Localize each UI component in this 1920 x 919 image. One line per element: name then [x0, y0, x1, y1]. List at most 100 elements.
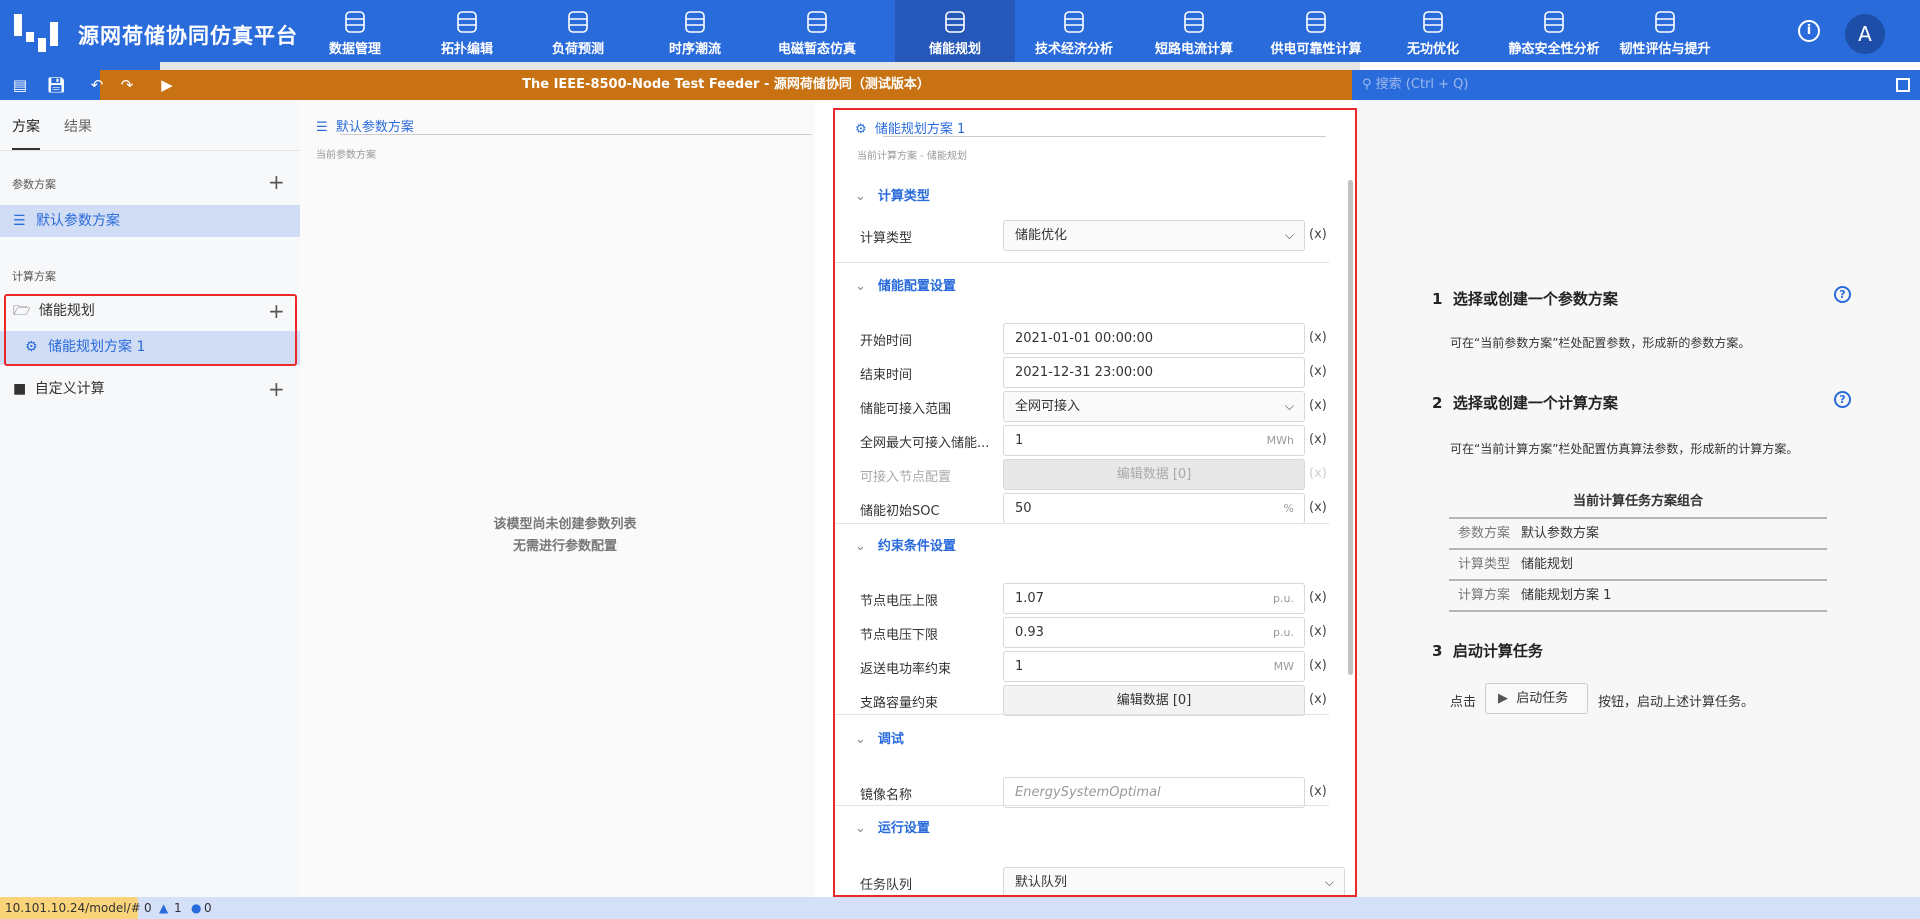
nav-item-8[interactable]: 供电可靠性计算: [1256, 0, 1376, 62]
tab-result[interactable]: 结果: [64, 116, 92, 136]
tab-divider: [0, 150, 300, 151]
field-label: 可接入节点配置: [860, 466, 951, 485]
edit-data-button[interactable]: 编辑数据 [0]: [1003, 685, 1305, 716]
help-icon[interactable]: ?: [1834, 286, 1851, 303]
section-s2[interactable]: ⌄储能配置设置: [855, 275, 956, 294]
row-value: 储能规划: [1521, 557, 1573, 572]
input-field[interactable]: 1MW: [1003, 651, 1305, 682]
variable-toggle[interactable]: (x): [1309, 692, 1327, 707]
select-field[interactable]: 储能优化⌵: [1003, 220, 1305, 251]
scrollbar[interactable]: [1348, 180, 1353, 675]
input-field[interactable]: 1MWh: [1003, 425, 1305, 456]
row-value: 默认参数方案: [1521, 526, 1599, 541]
warning-count[interactable]: 1: [174, 897, 182, 919]
help-icon[interactable]: ?: [1834, 391, 1851, 408]
search-input[interactable]: ⚲ 搜索 (Ctrl + Q): [1362, 73, 1522, 97]
table-row: 参数方案默认参数方案: [1449, 519, 1827, 550]
step-3-post: 按钮，启动上述计算任务。: [1598, 691, 1754, 710]
section-title: 调试: [878, 732, 904, 747]
field-value: 0.93: [1015, 625, 1044, 640]
nav-item-4[interactable]: 电磁暂态仿真: [757, 0, 877, 62]
variable-toggle[interactable]: (x): [1309, 500, 1327, 515]
nav-item-11[interactable]: 韧性评估与提升: [1605, 0, 1725, 62]
variable-toggle[interactable]: (x): [1309, 658, 1327, 673]
input-field[interactable]: EnergySystemOptimal: [1003, 777, 1305, 808]
app-logo: [14, 14, 66, 54]
variable-toggle[interactable]: (x): [1309, 624, 1327, 639]
nav-item-6[interactable]: 技术经济分析: [1014, 0, 1134, 62]
nav-item-0[interactable]: 数据管理: [295, 0, 415, 62]
step-1-title: 1 选择或创建一个参数方案: [1432, 288, 1618, 309]
combo-table: 参数方案默认参数方案 计算类型储能规划 计算方案储能规划方案 1: [1449, 517, 1827, 612]
chevron-down-icon: ⌵: [1285, 221, 1294, 250]
input-field[interactable]: 2021-12-31 23:00:00: [1003, 357, 1305, 388]
row-key: 计算类型: [1449, 550, 1521, 580]
field-value: EnergySystemOptimal: [1015, 785, 1161, 800]
error-count[interactable]: 0: [144, 897, 152, 919]
nav-item-1[interactable]: 拓扑编辑: [407, 0, 527, 62]
select-field[interactable]: 全网可接入⌵: [1003, 391, 1305, 422]
tab-scheme[interactable]: 方案: [12, 116, 40, 136]
edit-data-button[interactable]: 编辑数据 [0]: [1003, 459, 1305, 490]
warning-icon: ▲: [159, 897, 168, 919]
calc-scheme-panel: ⚙ 储能规划方案 1 当前计算方案 - 储能规划 ⌄计算类型计算类型储能优化⌵(…: [833, 108, 1357, 897]
section-s4[interactable]: ⌄调试: [855, 728, 904, 747]
model-icon[interactable]: ▤: [8, 70, 32, 100]
param-panel-subtitle: 当前参数方案: [316, 146, 376, 161]
add-custom-button[interactable]: +: [268, 379, 285, 399]
info-count[interactable]: 0: [204, 897, 212, 919]
search-icon: ⚲: [1362, 77, 1376, 92]
field-value: 1: [1015, 659, 1023, 674]
info-icon[interactable]: i: [1798, 20, 1820, 42]
nav-item-5[interactable]: 储能规划: [895, 0, 1015, 62]
variable-toggle[interactable]: (x): [1309, 784, 1327, 799]
variable-toggle[interactable]: (x): [1309, 590, 1327, 605]
nav-item-10[interactable]: 静态安全性分析: [1494, 0, 1614, 62]
select-field[interactable]: 默认队列⌵: [1003, 867, 1345, 897]
variable-toggle[interactable]: (x): [1309, 432, 1327, 447]
variable-toggle[interactable]: (x): [1309, 364, 1327, 379]
variable-toggle[interactable]: (x): [1309, 330, 1327, 345]
gears-icon: ⚙: [855, 122, 867, 137]
field-value: 50: [1015, 501, 1032, 516]
nav-label: 数据管理: [295, 38, 415, 57]
input-field[interactable]: 0.93 p.u.: [1003, 617, 1305, 648]
nav-item-3[interactable]: 时序潮流: [635, 0, 755, 62]
nav-label: 技术经济分析: [1014, 38, 1134, 57]
input-field[interactable]: 1.07p.u.: [1003, 583, 1305, 614]
shield-check-icon: [1540, 8, 1568, 36]
section-title: 约束条件设置: [878, 539, 956, 554]
calc-panel-subtitle: 当前计算方案 - 储能规划: [857, 147, 967, 162]
step-3-pre: 点击: [1450, 691, 1476, 710]
fullscreen-icon[interactable]: [1896, 78, 1910, 92]
add-param-button[interactable]: +: [268, 172, 285, 192]
nav-item-7[interactable]: 短路电流计算: [1134, 0, 1254, 62]
input-field[interactable]: 50%: [1003, 493, 1305, 524]
chevron-down-icon: ⌵: [1285, 392, 1294, 421]
title-underline: [340, 134, 812, 135]
nav-item-2[interactable]: 负荷预测: [518, 0, 638, 62]
section-s5[interactable]: ⌄运行设置: [855, 817, 930, 836]
user-avatar[interactable]: A: [1845, 14, 1885, 54]
unit-label: p.u.: [1273, 618, 1294, 647]
input-field[interactable]: 2021-01-01 00:00:00: [1003, 323, 1305, 354]
section-s3[interactable]: ⌄约束条件设置: [855, 535, 956, 554]
variable-toggle[interactable]: (x): [1309, 227, 1327, 242]
section-s1[interactable]: ⌄计算类型: [855, 185, 930, 204]
chevron-down-icon: ⌄: [855, 279, 866, 294]
variable-toggle[interactable]: (x): [1309, 398, 1327, 413]
nav-label: 供电可靠性计算: [1256, 38, 1376, 57]
nav-item-9[interactable]: 无功优化: [1373, 0, 1493, 62]
param-item-default[interactable]: ☰ 默认参数方案: [0, 205, 300, 237]
topology-icon: [453, 8, 481, 36]
chevron-down-icon: ⌵: [1325, 868, 1334, 897]
section-divider: [835, 714, 1329, 715]
unit-label: %: [1284, 494, 1294, 523]
save-icon[interactable]: 💾︎: [44, 70, 68, 100]
start-task-button[interactable]: ▶ 启动任务: [1485, 683, 1588, 714]
variable-toggle[interactable]: (x): [1309, 466, 1327, 481]
folder-custom-calc[interactable]: ■ 自定义计算: [0, 373, 300, 405]
database-icon: [341, 8, 369, 36]
chevron-down-icon: ⌄: [855, 821, 866, 836]
highlight-box: [4, 294, 297, 366]
